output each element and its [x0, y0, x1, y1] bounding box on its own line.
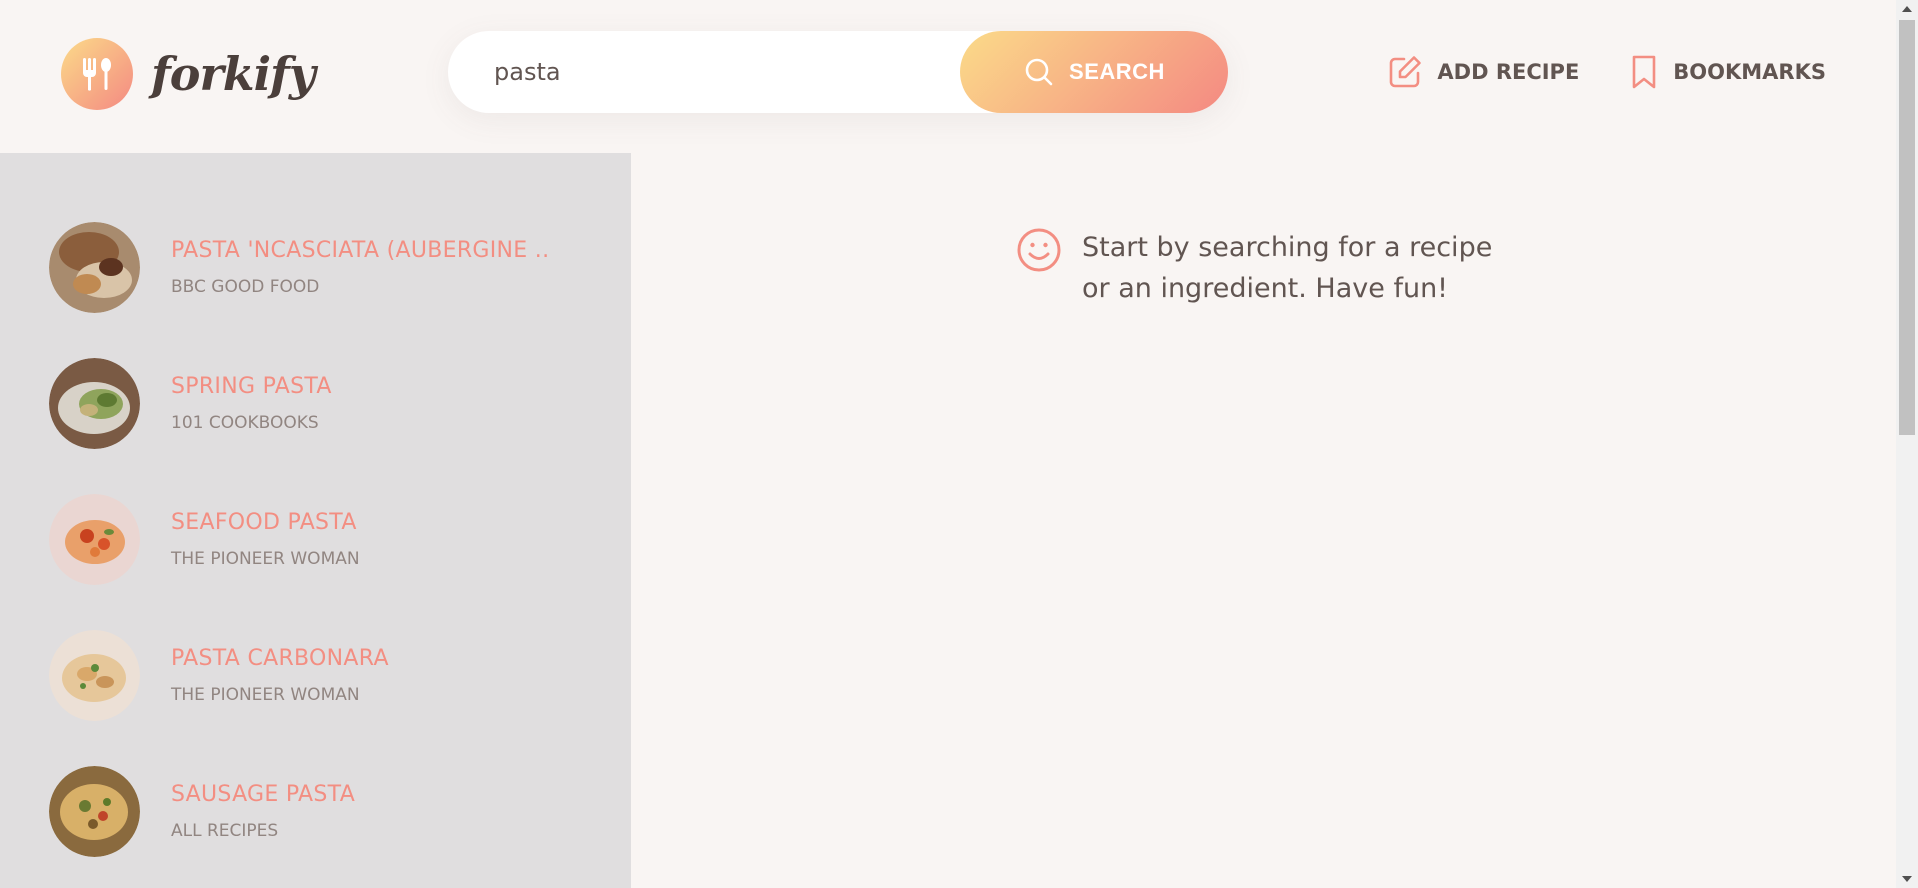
recipe-thumbnail: [49, 493, 140, 585]
logo-text: forkify: [151, 47, 316, 101]
result-title: SEAFOOD PASTA: [171, 509, 357, 535]
result-publisher: BBC GOOD FOOD: [171, 276, 320, 297]
recipe-thumbnail: [49, 221, 140, 313]
search-input[interactable]: [494, 51, 954, 93]
edit-icon: [1390, 56, 1422, 88]
nav: ADD RECIPE BOOKMARKS: [1387, 54, 1826, 90]
result-item[interactable]: SEAFOOD PASTA THE PIONEER WOMAN: [0, 471, 631, 607]
result-title: PASTA 'NCASCIATA (AUBERGINE ...: [171, 237, 551, 263]
result-title: SAUSAGE PASTA: [171, 781, 356, 807]
add-recipe-button[interactable]: ADD RECIPE: [1387, 54, 1579, 90]
result-item[interactable]: PASTA 'NCASCIATA (AUBERGINE ... BBC GOOD…: [0, 199, 631, 335]
scroll-up-arrow[interactable]: [1896, 0, 1918, 18]
logo-icon: [61, 38, 133, 110]
scroll-down-arrow[interactable]: [1896, 870, 1918, 888]
result-title: SPRING PASTA: [171, 373, 332, 399]
result-publisher: ALL RECIPES: [171, 820, 279, 841]
result-item[interactable]: SPRING PASTA 101 COOKBOOKS: [0, 335, 631, 471]
search-button-label: SEARCH: [1069, 59, 1165, 84]
start-message: Start by searching for a recipe or an in…: [1016, 227, 1522, 309]
bookmarks-label: BOOKMARKS: [1673, 60, 1826, 84]
search-icon: [1025, 58, 1053, 86]
bookmarks-button[interactable]: BOOKMARKS: [1629, 54, 1826, 90]
search-results: PASTA 'NCASCIATA (AUBERGINE ... BBC GOOD…: [0, 153, 631, 888]
recipe-thumbnail: [49, 357, 140, 449]
result-item[interactable]: SAUSAGE PASTA ALL RECIPES: [0, 743, 631, 879]
smile-icon: [1017, 228, 1061, 272]
add-recipe-label: ADD RECIPE: [1437, 60, 1580, 84]
recipe-thumbnail: [49, 765, 140, 857]
result-item[interactable]: PASTA CARBONARA THE PIONEER WOMAN: [0, 607, 631, 743]
page-scrollbar[interactable]: [1896, 0, 1918, 888]
search-button[interactable]: SEARCH: [960, 31, 1228, 113]
start-message-text: Start by searching for a recipe or an in…: [1082, 232, 1493, 304]
logo[interactable]: forkify: [61, 38, 316, 110]
result-publisher: THE PIONEER WOMAN: [171, 548, 360, 569]
result-title: PASTA CARBONARA: [171, 645, 389, 671]
result-publisher: 101 COOKBOOKS: [171, 412, 319, 433]
search-form: SEARCH: [448, 31, 1228, 113]
recipe-thumbnail: [49, 629, 140, 721]
header: forkify SEARCH ADD RECIPE BOOKMARKS: [0, 0, 1896, 153]
scrollbar-thumb[interactable]: [1899, 20, 1915, 435]
recipe-view: Start by searching for a recipe or an in…: [631, 153, 1896, 888]
bookmark-icon: [1632, 55, 1656, 89]
result-publisher: THE PIONEER WOMAN: [171, 684, 360, 705]
